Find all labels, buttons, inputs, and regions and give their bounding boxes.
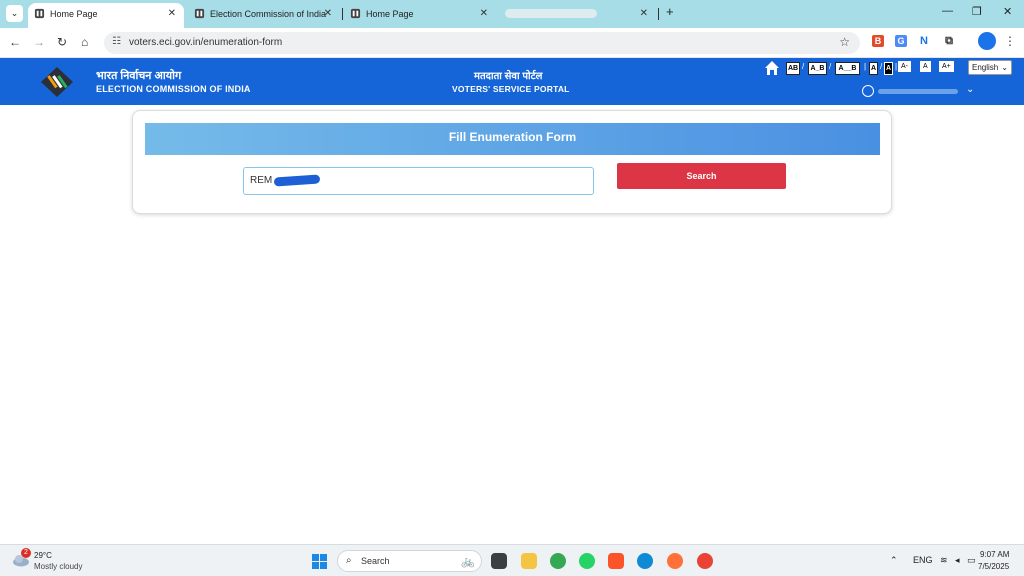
wifi-icon[interactable]: ≋ [940,555,948,566]
redacted-user-name[interactable] [878,89,958,94]
taskbar-search-label: Search [361,556,390,566]
file-explorer-icon[interactable] [521,553,537,569]
tab-separator [658,8,659,20]
eci-logo-icon [41,67,73,97]
search-icon: ⌕ [346,555,352,566]
extension-translate-icon[interactable]: G [895,35,907,47]
tab-close-icon[interactable]: ✕ [640,3,648,25]
text-spacing-medium-button[interactable]: A_B [808,62,827,75]
clock-date[interactable]: 7/5/2025 [978,562,1009,571]
portal-title-english: VOTERS' SERVICE PORTAL [452,84,570,94]
task-view-icon[interactable] [491,553,507,569]
separator: / [802,62,805,71]
separator: | [895,62,898,71]
brand-title-hindi: भारत निर्वाचन आयोग [96,70,182,82]
windows-start-icon[interactable] [312,554,327,569]
tab-close-icon[interactable]: ✕ [324,3,332,25]
language-select[interactable]: English ⌄ [968,60,1012,75]
weather-badge: 2 [21,548,31,558]
brave-icon[interactable] [608,553,624,569]
close-window-icon[interactable]: ✕ [1003,5,1012,18]
windows-taskbar: 2 29°C Mostly cloudy ⌕ Search 🚲 ⌃ ENG ≋ … [0,544,1024,576]
font-decrease-button[interactable]: A- [898,61,911,72]
minimize-icon[interactable]: — [942,5,953,17]
eci-favicon-icon [34,8,45,19]
chrome-icon[interactable] [550,553,566,569]
redacted-tab-title [505,9,597,18]
input-language[interactable]: ENG [913,555,933,565]
weather-temperature[interactable]: 29°C [34,551,52,560]
firefox-icon[interactable] [667,553,683,569]
address-bar[interactable]: ☷ voters.eci.gov.in/enumeration-form ☆ [104,32,860,54]
whatsapp-icon[interactable] [579,553,595,569]
url-text: voters.eci.gov.in/enumeration-form [129,37,283,48]
tab-redacted[interactable]: ✕ [500,3,656,28]
battery-icon[interactable]: ▭ [967,555,976,566]
separator: | [864,62,867,71]
eci-favicon-icon [194,8,205,19]
chevron-down-icon: ⌄ [1001,63,1008,72]
volume-icon[interactable]: ◂ [955,555,960,566]
extension-n-icon[interactable]: N [918,35,930,47]
tab-separator [342,8,343,20]
profile-avatar[interactable] [978,32,996,50]
separator: / [880,62,883,71]
tab-close-icon[interactable]: ✕ [168,3,176,25]
tab-search-menu-button[interactable]: ⌄ [6,5,23,22]
forward-arrow-icon[interactable]: → [33,35,45,49]
font-normal-button[interactable]: A [920,61,931,72]
text-spacing-large-button[interactable]: A__B [835,62,860,75]
clock-time[interactable]: 9:07 AM [980,550,1009,559]
tab-title: Home Page [50,9,98,19]
bookmark-star-icon[interactable]: ☆ [839,35,850,49]
browser-menu-icon[interactable]: ⋮ [1004,34,1016,48]
tab-title: Election Commission of India [210,9,327,19]
font-increase-button[interactable]: A+ [939,61,954,72]
restore-icon[interactable]: ❐ [972,5,982,18]
browser-tab-strip: ⌄ Home Page ✕ Election Commission of Ind… [0,0,1024,28]
chrome-profile-icon[interactable] [697,553,713,569]
reload-icon[interactable]: ↻ [57,35,67,49]
tab-home-page-1[interactable]: Home Page ✕ [28,3,184,28]
eci-favicon-icon [350,8,361,19]
site-info-icon[interactable]: ☷ [112,36,121,47]
home-button-icon[interactable]: ⌂ [81,35,88,49]
extension-pdf-icon[interactable]: B [872,35,884,47]
tab-home-page-2[interactable]: Home Page ✕ [344,3,496,28]
enumeration-form-card: Fill Enumeration Form REM Search [132,110,892,214]
search-button[interactable]: Search [617,163,786,189]
weather-condition[interactable]: Mostly cloudy [34,562,82,571]
separator: / [829,62,832,71]
form-title: Fill Enumeration Form [145,123,880,155]
contrast-high-button[interactable]: A [884,62,893,75]
edge-icon[interactable] [637,553,653,569]
bicycle-icon: 🚲 [461,556,475,568]
tab-election-commission[interactable]: Election Commission of India ✕ [188,3,340,28]
brand-title-english: ELECTION COMMISSION OF INDIA [96,84,251,94]
chevron-down-icon[interactable]: ⌄ [966,84,974,95]
site-home-icon[interactable] [764,60,780,76]
portal-title-hindi: मतदाता सेवा पोर्टल [474,71,543,82]
language-value: English [972,63,999,72]
new-tab-plus-icon[interactable]: + [666,4,674,19]
user-account-icon[interactable] [862,85,874,97]
eci-site-header: भारत निर्वाचन आयोग ELECTION COMMISSION O… [0,58,1024,105]
extensions-puzzle-icon[interactable]: ⧉ [943,35,955,47]
tab-close-icon[interactable]: ✕ [480,3,488,25]
tab-title: Home Page [366,9,414,19]
back-arrow-icon[interactable]: ← [9,35,21,49]
epic-number-value: REM [250,175,273,186]
contrast-normal-button[interactable]: A [869,62,878,75]
taskbar-search-box[interactable]: ⌕ Search 🚲 [337,550,482,572]
text-spacing-normal-button[interactable]: AB [786,62,800,75]
show-hidden-icons-chevron-icon[interactable]: ⌃ [890,555,898,566]
